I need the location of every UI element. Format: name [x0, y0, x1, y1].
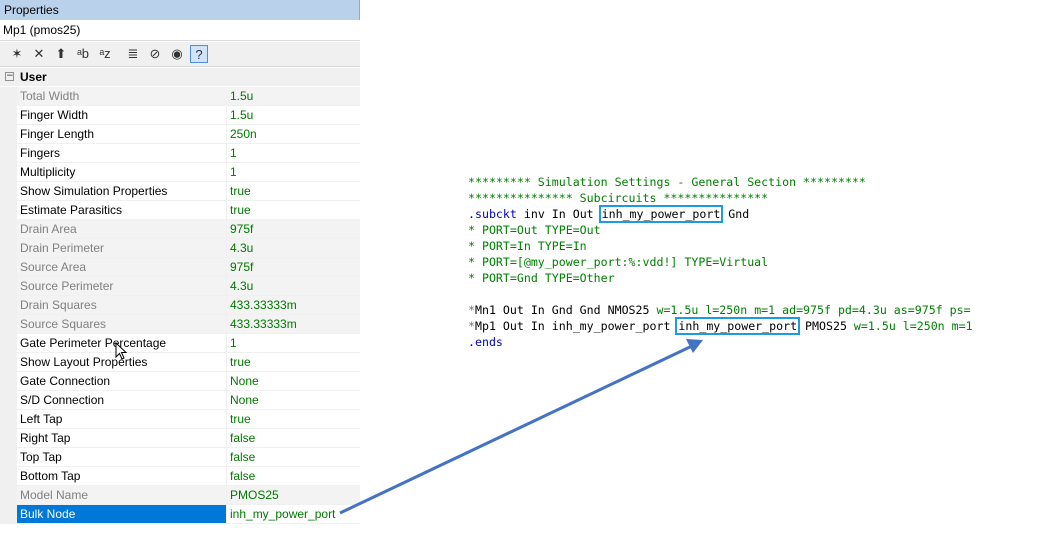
annotation-arrow: [339, 344, 693, 515]
arrow-overlay: [339, 339, 703, 515]
